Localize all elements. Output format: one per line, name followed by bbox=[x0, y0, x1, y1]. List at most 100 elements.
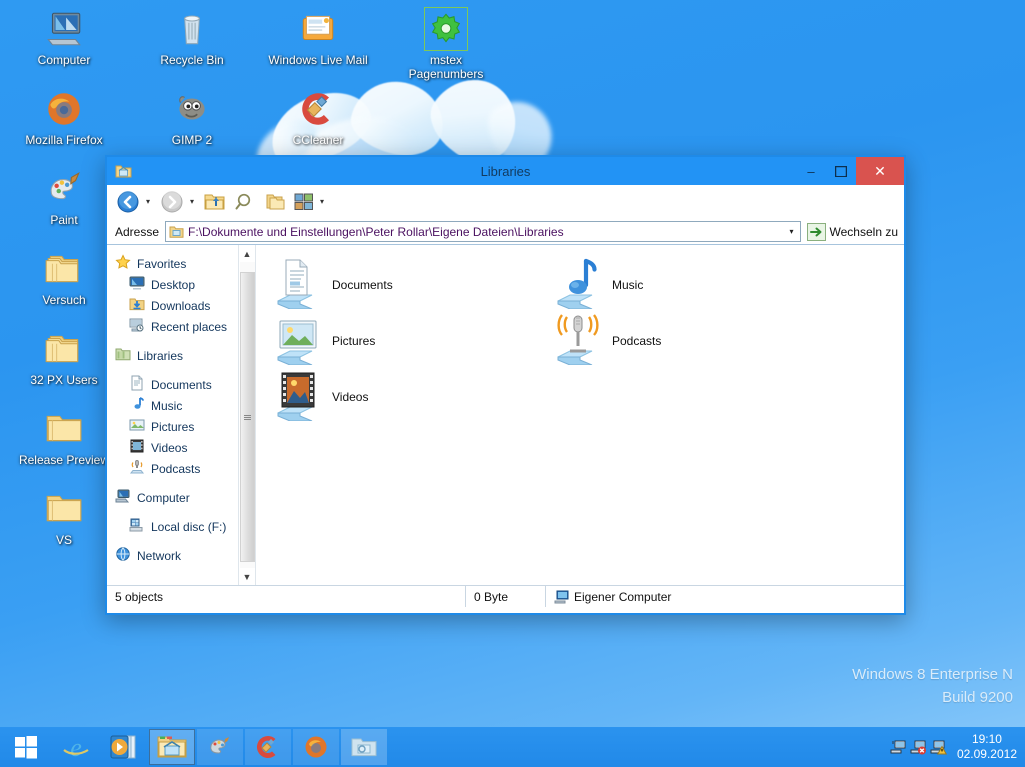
file-list-pane[interactable]: Documents Music Pictures Podcasts Videos bbox=[256, 245, 904, 585]
taskbar[interactable]: e 19:10 02.09.2012 bbox=[0, 727, 1025, 767]
library-item-podcasts[interactable]: Podcasts bbox=[550, 313, 830, 369]
back-button[interactable] bbox=[113, 188, 143, 216]
windows-logo-icon bbox=[15, 736, 37, 759]
nav-item-local-disc-f-[interactable]: Local disc (F:) bbox=[113, 516, 238, 537]
media-player-icon bbox=[110, 735, 136, 759]
desktop-icon-release-preview[interactable]: Release Preview bbox=[12, 408, 116, 467]
nav-item-music[interactable]: Music bbox=[113, 395, 238, 416]
scroll-thumb[interactable] bbox=[239, 272, 255, 562]
status-location: Eigener Computer bbox=[545, 586, 904, 607]
desktop-icon-label: GIMP 2 bbox=[171, 133, 213, 147]
maximize-button[interactable] bbox=[826, 157, 856, 185]
network-icon bbox=[115, 546, 131, 565]
nav-item-desktop[interactable]: Desktop bbox=[113, 274, 238, 295]
tray-icons[interactable] bbox=[890, 739, 947, 755]
nav-item-label: Documents bbox=[151, 377, 212, 392]
desktop-icon-gimp-2[interactable]: GIMP 2 bbox=[140, 88, 244, 147]
desktop-icon-32-px-users[interactable]: 32 PX Users bbox=[12, 328, 116, 387]
watermark-edition: Windows 8 Enterprise N bbox=[852, 666, 1013, 683]
nav-item-podcasts[interactable]: Podcasts bbox=[113, 458, 238, 479]
forward-button[interactable] bbox=[157, 188, 187, 216]
nav-scrollbar[interactable]: ▲ ▼ bbox=[239, 245, 256, 585]
network-error-icon bbox=[910, 740, 926, 755]
library-item-pictures[interactable]: Pictures bbox=[270, 313, 550, 369]
desktop-icon-vs[interactable]: VS bbox=[12, 488, 116, 547]
address-input[interactable]: F:\Dokumente und Einstellungen\Peter Rol… bbox=[165, 221, 801, 242]
nav-item-network[interactable]: Network bbox=[113, 545, 238, 566]
address-value: F:\Dokumente und Einstellungen\Peter Rol… bbox=[188, 224, 564, 239]
star-icon bbox=[115, 254, 131, 273]
desktop-icon-ccleaner[interactable]: CCleaner bbox=[266, 88, 370, 147]
taskbar-item-media-player[interactable] bbox=[101, 729, 147, 765]
taskbar-clock[interactable]: 19:10 02.09.2012 bbox=[957, 732, 1017, 762]
desktop-icon-recycle-bin[interactable]: Recycle Bin bbox=[140, 8, 244, 67]
desktop-icon-windows-live-mail[interactable]: Windows Live Mail bbox=[266, 8, 370, 67]
nav-item-computer[interactable]: Computer bbox=[113, 487, 238, 508]
nav-item-pictures[interactable]: Pictures bbox=[113, 416, 238, 437]
forward-dropdown-caret[interactable]: ▾ bbox=[189, 197, 199, 206]
taskbar-item-file-explorer[interactable] bbox=[149, 729, 195, 765]
scroll-up-arrow[interactable]: ▲ bbox=[239, 245, 256, 262]
system-tray[interactable]: 19:10 02.09.2012 bbox=[890, 727, 1025, 767]
library-grid: Documents Music Pictures Podcasts Videos bbox=[270, 257, 904, 425]
documents-icon bbox=[129, 375, 145, 394]
explorer-toolbar: ▾ ▾ ▾ bbox=[107, 185, 904, 219]
scroll-track[interactable] bbox=[239, 262, 255, 568]
nav-item-downloads[interactable]: Downloads bbox=[113, 295, 238, 316]
views-button[interactable] bbox=[291, 188, 317, 216]
taskbar-item-internet-explorer[interactable]: e bbox=[53, 729, 99, 765]
library-item-music[interactable]: Music bbox=[550, 257, 830, 313]
nav-item-documents[interactable]: Documents bbox=[113, 374, 238, 395]
taskbar-item-ccleaner[interactable] bbox=[245, 729, 291, 765]
gimp-icon bbox=[140, 88, 244, 130]
close-button[interactable]: ✕ bbox=[856, 157, 904, 185]
nav-item-label: Recent places bbox=[151, 319, 228, 334]
nav-item-videos[interactable]: Videos bbox=[113, 437, 238, 458]
folders-button[interactable] bbox=[261, 188, 289, 216]
search-button[interactable] bbox=[231, 188, 259, 216]
desktop-icon-label: Mozilla Firefox bbox=[25, 133, 103, 147]
desktop-icon-label: Release Preview bbox=[18, 453, 110, 467]
desktop-icon-versuch[interactable]: Versuch bbox=[12, 248, 116, 307]
taskbar-item-paint[interactable] bbox=[197, 729, 243, 765]
back-dropdown-caret[interactable]: ▾ bbox=[145, 197, 155, 206]
podcasts-icon bbox=[129, 459, 145, 478]
library-item-videos[interactable]: Videos bbox=[270, 369, 550, 425]
videos-icon bbox=[129, 438, 145, 457]
desktop-icon-mozilla-firefox[interactable]: Mozilla Firefox bbox=[12, 88, 116, 147]
clock-date: 02.09.2012 bbox=[956, 747, 1017, 761]
status-bar: 5 objects 0 Byte Eigener Computer bbox=[107, 585, 904, 607]
desktop-icon-computer[interactable]: Computer bbox=[12, 8, 116, 67]
music-icon bbox=[129, 396, 145, 415]
folder-stack-icon bbox=[12, 248, 116, 290]
minimize-button[interactable]: – bbox=[796, 157, 826, 185]
scroll-down-arrow[interactable]: ▼ bbox=[239, 568, 256, 585]
desktop-icon-mstex-pagenumbers[interactable]: mstex Pagenumbers bbox=[394, 7, 498, 81]
network-warning-icon bbox=[930, 740, 947, 755]
taskbar-item-explorer-window[interactable] bbox=[341, 729, 387, 765]
up-folder-button[interactable] bbox=[201, 188, 229, 216]
nav-item-libraries[interactable]: Libraries bbox=[113, 345, 238, 366]
taskbar-item-firefox[interactable] bbox=[293, 729, 339, 765]
address-dropdown-caret[interactable]: ▾ bbox=[786, 227, 798, 236]
library-item-label: Music bbox=[612, 278, 644, 292]
go-button[interactable]: Wechseln zu bbox=[806, 222, 900, 241]
svg-text:e: e bbox=[70, 733, 82, 762]
explorer-folder-icon bbox=[115, 164, 132, 179]
explorer-window[interactable]: Libraries – ✕ ▾ ▾ ▾ Adresse F:\Dokumente… bbox=[105, 155, 906, 615]
window-title-bar[interactable]: Libraries – ✕ bbox=[107, 157, 904, 185]
nav-item-recent-places[interactable]: Recent places bbox=[113, 316, 238, 337]
library-item-documents[interactable]: Documents bbox=[270, 257, 550, 313]
library-item-label: Podcasts bbox=[612, 334, 662, 348]
navigation-pane[interactable]: Favorites Desktop Downloads Recent places Li… bbox=[107, 245, 239, 585]
start-button[interactable] bbox=[0, 727, 52, 767]
desktop-icon-paint[interactable]: Paint bbox=[12, 168, 116, 227]
explorer-window-icon bbox=[351, 738, 377, 757]
views-dropdown-caret[interactable]: ▾ bbox=[319, 197, 329, 206]
podcasts-library-icon bbox=[550, 313, 602, 370]
library-item-label: Videos bbox=[332, 390, 369, 404]
nav-item-favorites[interactable]: Favorites bbox=[113, 253, 238, 274]
